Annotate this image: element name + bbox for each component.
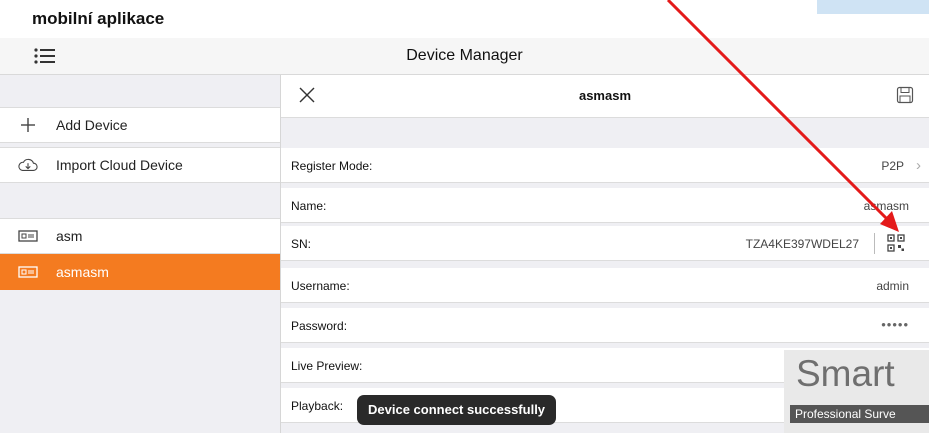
annotation-arrow [666, 0, 899, 232]
